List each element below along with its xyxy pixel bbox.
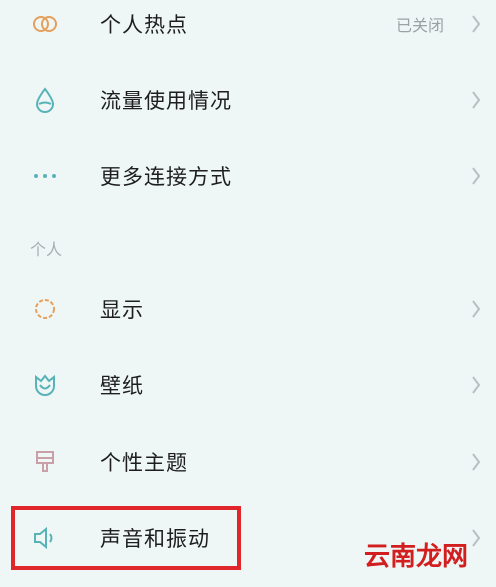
watermark-text: 云南龙网 [363, 542, 468, 572]
settings-row-wallpaper[interactable]: 壁纸 [0, 347, 496, 423]
hotspot-label: 个人热点 [100, 13, 188, 37]
wallpaper-label: 壁纸 [100, 374, 144, 398]
chevron-right-icon [468, 525, 484, 551]
settings-row-data-usage[interactable]: 流量使用情况 [0, 62, 496, 138]
display-label: 显示 [100, 298, 144, 322]
data-usage-label: 流量使用情况 [100, 89, 232, 113]
theme-icon [30, 447, 60, 477]
highlight-box [11, 506, 241, 570]
themes-label: 个性主题 [100, 451, 188, 475]
settings-row-hotspot[interactable]: 个人热点 已关闭 [0, 0, 496, 62]
more-connections-icon [30, 161, 60, 191]
hotspot-icon [30, 9, 60, 39]
settings-row-display[interactable]: 显示 [0, 271, 496, 347]
display-icon [30, 294, 60, 324]
settings-row-more-connections[interactable]: 更多连接方式 [0, 138, 496, 214]
chevron-right-icon [468, 163, 484, 189]
wallpaper-icon [30, 370, 60, 400]
chevron-right-icon [468, 372, 484, 398]
chevron-right-icon [468, 87, 484, 113]
chevron-right-icon [468, 296, 484, 322]
hotspot-status-value: 已关闭 [395, 16, 444, 35]
section-title-personal: 个人 [30, 240, 63, 259]
data-usage-icon [30, 85, 60, 115]
chevron-right-icon [468, 11, 484, 37]
more-connections-label: 更多连接方式 [100, 165, 232, 189]
settings-row-themes[interactable]: 个性主题 [0, 424, 496, 500]
chevron-right-icon [468, 449, 484, 475]
